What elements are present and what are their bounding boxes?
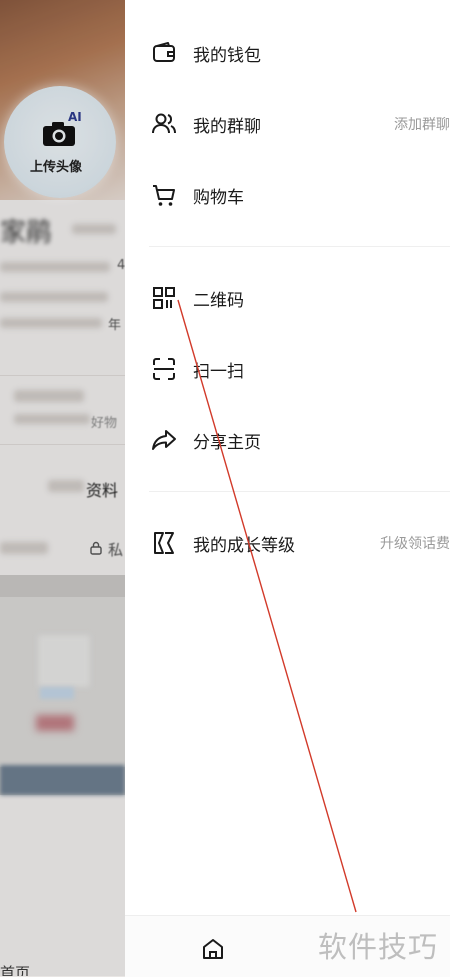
menu-label-share: 分享主页	[193, 432, 261, 453]
menu-label-growth-level: 我的成长等级	[193, 535, 295, 556]
side-drawer-menu: 我的钱包 我的群聊 添加群聊 购物车 二维码 扫一扫 分享主页 我的成长等级 升…	[125, 0, 450, 977]
menu-label-qr-code: 二维码	[193, 290, 244, 311]
menu-label-scan: 扫一扫	[193, 361, 244, 382]
level-k-icon	[151, 530, 177, 556]
menu-item-group-chat[interactable]: 我的群聊 添加群聊	[125, 97, 450, 151]
menu-item-qr-code[interactable]: 二维码	[125, 271, 450, 325]
menu-label-wallet: 我的钱包	[193, 45, 261, 66]
menu-item-share[interactable]: 分享主页	[125, 413, 450, 467]
qr-code-icon	[151, 285, 177, 311]
wallet-icon	[151, 40, 177, 66]
users-icon	[151, 111, 177, 137]
menu-divider	[149, 246, 450, 247]
upgrade-reward-link[interactable]: 升级领话费	[380, 533, 450, 553]
watermark-text: 软件技巧	[318, 930, 439, 964]
home-icon[interactable]	[200, 936, 226, 962]
menu-label-group-chat: 我的群聊	[193, 116, 261, 137]
scan-icon	[151, 356, 177, 382]
menu-item-scan[interactable]: 扫一扫	[125, 342, 450, 396]
menu-item-cart[interactable]: 购物车	[125, 168, 450, 222]
menu-label-cart: 购物车	[193, 187, 244, 208]
menu-item-wallet[interactable]: 我的钱包	[125, 26, 450, 80]
share-arrow-icon	[151, 427, 177, 453]
menu-divider	[149, 491, 450, 492]
bottom-nav-home-fragment: 首页	[0, 964, 31, 976]
background-profile-page: AI 上传头像 家鹃 4 年 好物 资料 私 首页	[0, 0, 125, 976]
add-group-chat-link[interactable]: 添加群聊	[394, 114, 450, 134]
shopping-cart-icon	[151, 182, 177, 208]
menu-item-growth-level[interactable]: 我的成长等级 升级领话费	[125, 516, 450, 570]
